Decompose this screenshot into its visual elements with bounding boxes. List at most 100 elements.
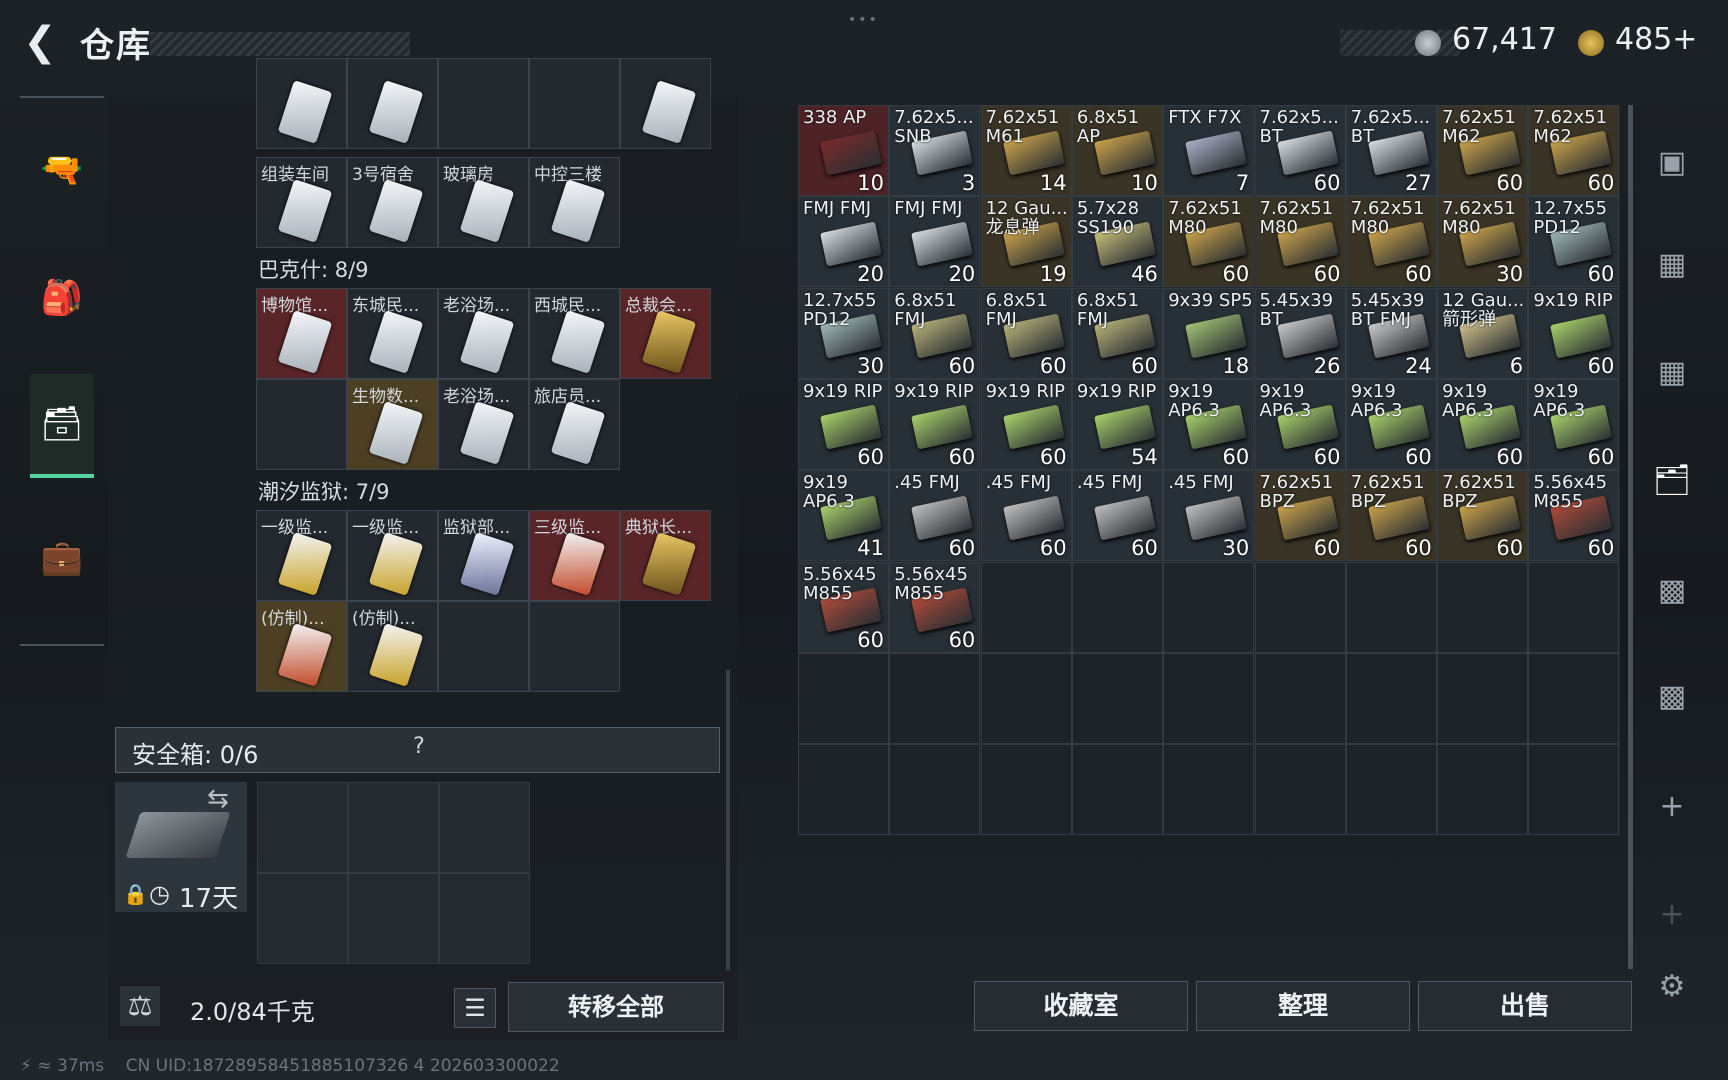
stash-tab-6-icon[interactable]: ▩: [1640, 664, 1704, 728]
empty-slot[interactable]: [1071, 561, 1163, 653]
briefcase-tab-icon[interactable]: 💼: [30, 508, 94, 608]
stash-tab-4-icon[interactable]: 🗂: [1640, 448, 1704, 512]
ammo-item[interactable]: 7.62x51 BPZ 60: [1345, 470, 1437, 562]
safe-slot[interactable]: [257, 782, 348, 873]
key-slot[interactable]: 典狱长...: [620, 510, 711, 601]
key-slot[interactable]: 玻璃房: [438, 157, 529, 248]
ammo-item[interactable]: 7.62x5... BT 60: [1254, 105, 1346, 196]
ammo-item[interactable]: 12.7x55 PD12 60: [1528, 196, 1620, 288]
empty-slot[interactable]: [889, 652, 981, 744]
key-slot[interactable]: 老浴场...: [438, 379, 529, 470]
empty-slot[interactable]: [1437, 561, 1529, 653]
ammo-item[interactable]: 7.62x51 M62 60: [1437, 105, 1529, 196]
empty-slot[interactable]: [889, 744, 981, 836]
key-slot[interactable]: 总裁会...: [620, 288, 711, 379]
ammo-item[interactable]: 9x19 AP6.3 60: [1254, 378, 1346, 470]
ammo-item[interactable]: 6.8x51 AP 10: [1071, 105, 1163, 196]
stash-tab-3-icon[interactable]: ▦: [1640, 340, 1704, 404]
transfer-all-button[interactable]: 转移全部: [508, 982, 724, 1032]
safe-slot[interactable]: [439, 782, 530, 873]
empty-slot[interactable]: [798, 652, 889, 744]
ammo-item[interactable]: 9x19 AP6.3 60: [1345, 378, 1437, 470]
key-slot[interactable]: 老浴场...: [438, 288, 529, 379]
ammo-item[interactable]: 12 Gau... 箭形弹 6: [1437, 287, 1529, 379]
backpack-tab-icon[interactable]: 🎒: [30, 248, 94, 348]
key-slot[interactable]: 西城民...: [529, 288, 620, 379]
ammo-item[interactable]: 7.62x51 M80 60: [1345, 196, 1437, 288]
ammo-item[interactable]: 9x19 AP6.3 60: [1437, 378, 1529, 470]
ammo-item[interactable]: 6.8x51 FMJ 60: [889, 287, 981, 379]
empty-slot[interactable]: [1071, 652, 1163, 744]
key-slot[interactable]: 3号宿舍: [347, 157, 438, 248]
safe-case-item[interactable]: ⇆ 🔒 ◷ 17天: [115, 782, 247, 914]
key-slot[interactable]: 组装车间: [256, 157, 347, 248]
ammo-item[interactable]: 5.56x45 M855 60: [798, 561, 889, 653]
empty-slot[interactable]: [798, 744, 889, 836]
empty-slot[interactable]: [1071, 744, 1163, 836]
ammo-item[interactable]: 9x19 RIP 54: [1071, 378, 1163, 470]
ammo-item[interactable]: 9x19 AP6.3 60: [1528, 378, 1620, 470]
ammo-item[interactable]: 7.62x51 M80 60: [1254, 196, 1346, 288]
empty-slot[interactable]: [1528, 561, 1620, 653]
key-slot[interactable]: 监狱部...: [438, 510, 529, 601]
key-slot[interactable]: [529, 601, 620, 692]
empty-slot[interactable]: [1254, 744, 1346, 836]
ammo-item[interactable]: .45 FMJ 60: [889, 470, 981, 562]
container-tab-icon[interactable]: 🗃: [30, 374, 94, 478]
ammo-item[interactable]: 7.62x51 M80 60: [1163, 196, 1255, 288]
safe-slot[interactable]: [348, 873, 439, 964]
empty-slot[interactable]: [1437, 744, 1529, 836]
ammo-item[interactable]: 7.62x51 BPZ 60: [1254, 470, 1346, 562]
ammo-item[interactable]: 9x19 RIP 60: [980, 378, 1072, 470]
empty-slot[interactable]: [1528, 744, 1620, 836]
empty-slot[interactable]: [1528, 652, 1620, 744]
ammo-item[interactable]: 6.8x51 FMJ 60: [1071, 287, 1163, 379]
key-slot[interactable]: [620, 58, 711, 149]
ammo-item[interactable]: 9x19 AP6.3 41: [798, 470, 889, 562]
key-slot[interactable]: [256, 379, 347, 470]
ammo-item[interactable]: FMJ FMJ 20: [889, 196, 981, 288]
stash-tab-icon[interactable]: ▣: [1640, 130, 1704, 194]
safe-slot[interactable]: [257, 873, 348, 964]
ammo-item[interactable]: 9x19 RIP 60: [798, 378, 889, 470]
ammo-item[interactable]: 7.62x51 M62 60: [1528, 105, 1620, 196]
key-slot[interactable]: [256, 58, 347, 149]
empty-slot[interactable]: [1345, 561, 1437, 653]
ammo-item[interactable]: 6.8x51 FMJ 60: [980, 287, 1072, 379]
key-slot[interactable]: (仿制)...: [347, 601, 438, 692]
empty-slot[interactable]: [980, 744, 1072, 836]
swap-icon[interactable]: ⇆: [207, 784, 229, 814]
ammo-item[interactable]: 12.7x55 PD12 30: [798, 287, 889, 379]
back-arrow-icon[interactable]: ❮: [18, 20, 62, 64]
drag-handle-icon[interactable]: •••: [848, 12, 879, 28]
ammo-item[interactable]: 5.45x39 BT 26: [1254, 287, 1346, 379]
key-slot[interactable]: [347, 58, 438, 149]
empty-slot[interactable]: [1254, 652, 1346, 744]
sell-button[interactable]: 出售: [1418, 981, 1632, 1031]
empty-slot[interactable]: [1345, 744, 1437, 836]
stash-scrollbar[interactable]: [1628, 105, 1633, 969]
ammo-item[interactable]: 5.7x28 SS190 46: [1071, 196, 1163, 288]
ammo-item[interactable]: 7.62x51 M80 30: [1437, 196, 1529, 288]
ammo-item[interactable]: 7.62x51 M61 14: [980, 105, 1072, 196]
key-slot[interactable]: 一级监...: [256, 510, 347, 601]
sort-button[interactable]: 整理: [1196, 981, 1410, 1031]
ammo-item[interactable]: 9x39 SP5 18: [1163, 287, 1255, 379]
key-slot[interactable]: 一级监...: [347, 510, 438, 601]
add-stash-icon[interactable]: +: [1640, 774, 1704, 838]
ammo-item[interactable]: 338 AP 10: [798, 105, 889, 196]
ammo-item[interactable]: 9x19 RIP 60: [1528, 287, 1620, 379]
empty-slot[interactable]: [1163, 561, 1255, 653]
ammo-item[interactable]: 9x19 RIP 60: [889, 378, 981, 470]
key-slot[interactable]: [438, 601, 529, 692]
key-slot[interactable]: [529, 58, 620, 149]
ammo-item[interactable]: FMJ FMJ 20: [798, 196, 889, 288]
weapon-tab-icon[interactable]: 🔫: [30, 120, 94, 220]
ammo-item[interactable]: 7.62x5... SNB 3: [889, 105, 981, 196]
list-view-button[interactable]: ☰: [454, 988, 496, 1028]
empty-slot[interactable]: [1345, 652, 1437, 744]
ammo-item[interactable]: .45 FMJ 30: [1163, 470, 1255, 562]
stash-tab-5-icon[interactable]: ▩: [1640, 558, 1704, 622]
stash-tab-2-icon[interactable]: ▦: [1640, 232, 1704, 296]
empty-slot[interactable]: [1163, 744, 1255, 836]
